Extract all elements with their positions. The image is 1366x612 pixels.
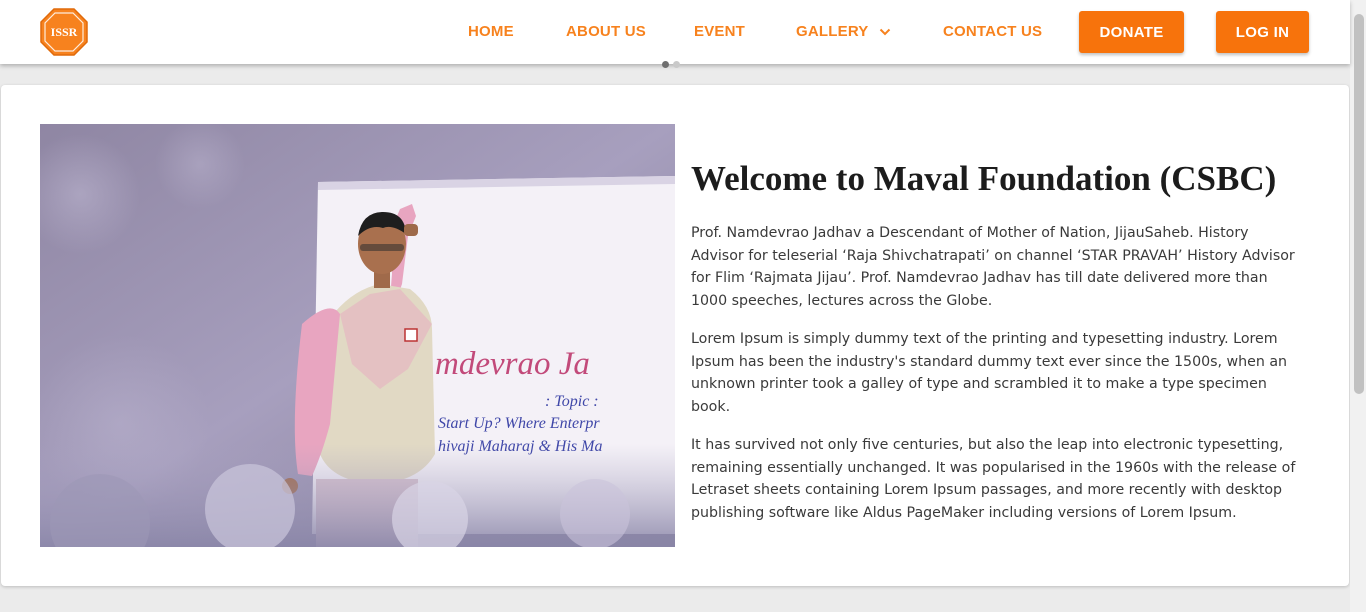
carousel-dot-2[interactable]: [673, 61, 680, 68]
intro-paragraph-1: Prof. Namdevrao Jadhav a Descendant of M…: [691, 225, 1295, 309]
banner-name-text: mdevrao Ja: [435, 346, 590, 382]
scrollbar-thumb[interactable]: [1354, 14, 1364, 394]
login-button[interactable]: LOG IN: [1216, 11, 1309, 53]
banner-line1-text: Start Up? Where Enterpr: [438, 415, 600, 432]
nav-gallery-label: GALLERY: [796, 23, 869, 40]
banner-topic-text: : Topic :: [545, 393, 599, 410]
site-logo[interactable]: ISSR: [39, 7, 89, 57]
nav-home[interactable]: HOME: [468, 22, 514, 42]
carousel-dot-1[interactable]: [662, 61, 669, 68]
donate-button[interactable]: DONATE: [1079, 11, 1184, 53]
nav-about-us[interactable]: ABOUT US: [566, 22, 646, 42]
nav-gallery[interactable]: GALLERY: [796, 22, 891, 42]
top-navbar: ISSR HOME ABOUT US EVENT GALLERY CONTACT…: [0, 0, 1350, 64]
intro-paragraph-3: It has survived not only five centuries,…: [691, 437, 1296, 521]
nav-contact-us[interactable]: CONTACT US: [943, 22, 1042, 42]
welcome-card: mdevrao Ja : Topic : Start Up? Where Ent…: [1, 85, 1349, 586]
nav-event[interactable]: EVENT: [694, 22, 745, 42]
issr-logo-icon: ISSR: [40, 8, 88, 56]
carousel-indicators: [662, 61, 680, 68]
chevron-down-icon: [879, 28, 891, 36]
logo-text: ISSR: [51, 25, 78, 39]
intro-paragraph-2: Lorem Ipsum is simply dummy text of the …: [691, 331, 1288, 415]
welcome-text-section: Welcome to Maval Foundation (CSBC) Prof.…: [691, 159, 1303, 540]
page-scrollbar[interactable]: [1350, 0, 1366, 612]
welcome-heading: Welcome to Maval Foundation (CSBC): [691, 159, 1277, 198]
speaker-photo: mdevrao Ja : Topic : Start Up? Where Ent…: [40, 124, 675, 547]
